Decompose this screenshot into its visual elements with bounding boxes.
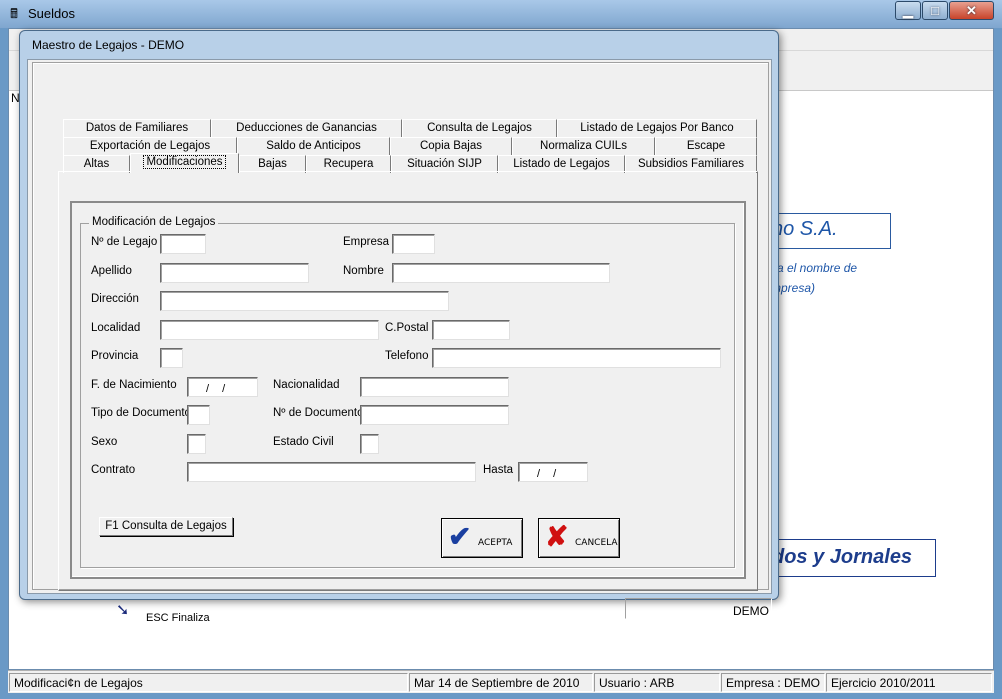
checkmark-icon: ✔: [448, 521, 472, 552]
tab-panel: Modificación de Legajos Nº de Legajo Emp…: [58, 171, 758, 591]
nombre-input[interactable]: [392, 263, 610, 283]
contrato-input[interactable]: [187, 462, 476, 482]
minimize-button[interactable]: ▁: [895, 1, 921, 20]
tab-consulta-legajos[interactable]: Consulta de Legajos: [402, 119, 557, 137]
tab-copia-bajas[interactable]: Copia Bajas: [390, 137, 512, 155]
legajos-dialog: Maestro de Legajos - DEMO Datos de Famil…: [19, 30, 779, 622]
tab-listado-por-banco[interactable]: Listado de Legajos Por Banco: [557, 119, 757, 137]
nombre-label: Nombre: [343, 265, 384, 277]
contrato-label: Contrato: [91, 464, 136, 476]
nro-doc-label: Nº de Documento: [273, 407, 364, 419]
tab-modificaciones[interactable]: Modificaciones: [130, 153, 239, 173]
apellido-input[interactable]: [160, 263, 309, 283]
status-period: Ejercicio 2010/2011: [826, 673, 992, 692]
cancela-label: CANCELA: [575, 538, 618, 548]
dialog-title: Maestro de Legajos - DEMO: [32, 38, 185, 52]
form-panel: Modificación de Legajos Nº de Legajo Emp…: [70, 201, 746, 579]
modificacion-group: Modificación de Legajos Nº de Legajo Emp…: [80, 216, 735, 568]
nro-doc-input[interactable]: [360, 405, 509, 425]
status-date: Mar 14 de Septiembre de 2010: [409, 673, 593, 692]
status-message: Modificaci¢n de Legajos: [9, 673, 408, 692]
tipo-doc-label: Tipo de Documento: [91, 407, 191, 419]
maximize-button[interactable]: □: [922, 1, 948, 20]
provincia-label: Provincia: [91, 350, 139, 362]
apellido-label: Apellido: [91, 265, 132, 277]
empresa-label: Empresa: [343, 236, 390, 248]
close-button[interactable]: ✕: [949, 1, 994, 20]
nacionalidad-label: Nacionalidad: [273, 379, 340, 391]
company-note: va el nombre de mpresa): [771, 258, 857, 298]
nacimiento-input[interactable]: [187, 377, 258, 397]
nacimiento-label: F. de Nacimiento: [91, 379, 177, 391]
cpostal-input[interactable]: [432, 320, 510, 340]
legajo-input[interactable]: [160, 234, 206, 254]
company-name-box: no S.A.: [769, 213, 891, 249]
acepta-label: ACEPTA: [478, 538, 513, 548]
direccion-label: Dirección: [91, 293, 139, 305]
telefono-input[interactable]: [432, 348, 721, 368]
status-user: Usuario : ARB: [594, 673, 720, 692]
consulta-legajos-button[interactable]: F1 Consulta de Legajos: [99, 517, 233, 536]
direccion-input[interactable]: [160, 291, 449, 311]
sexo-input[interactable]: [187, 434, 206, 454]
legajo-label: Nº de Legajo: [91, 236, 158, 248]
localidad-label: Localidad: [91, 322, 141, 334]
dialog-frame: Datos de Familiares Deducciones de Ganan…: [32, 62, 769, 591]
cpostal-label: C.Postal: [385, 322, 429, 334]
tab-escape[interactable]: Escape: [655, 137, 757, 155]
tipo-doc-input[interactable]: [187, 405, 210, 425]
hasta-label: Hasta: [483, 464, 514, 476]
empresa-input[interactable]: [392, 234, 435, 254]
group-title: Modificación de Legajos: [89, 216, 219, 228]
dialog-client: Datos de Familiares Deducciones de Ganan…: [27, 59, 772, 622]
sexo-label: Sexo: [91, 436, 118, 448]
hasta-input[interactable]: [518, 462, 588, 482]
company-note-line2: mpresa): [771, 281, 816, 295]
telefono-label: Telefono: [385, 350, 429, 362]
tab-deducciones[interactable]: Deducciones de Ganancias: [211, 119, 402, 137]
status-bar: Modificaci¢n de Legajos Mar 14 de Septie…: [8, 670, 994, 693]
tab-normaliza-cuils[interactable]: Normaliza CUILs: [512, 137, 655, 155]
esc-label: ESC Finaliza: [146, 612, 210, 622]
tab-datos-familiares[interactable]: Datos de Familiares: [63, 119, 211, 137]
cross-icon: ✘: [545, 521, 569, 552]
app-icon: 🖩: [10, 6, 18, 21]
estado-civil-label: Estado Civil: [273, 436, 334, 448]
exit-icon[interactable]: ➘: [116, 601, 138, 621]
cancela-button[interactable]: ✘ CANCELA: [538, 518, 620, 558]
estado-civil-input[interactable]: [360, 434, 379, 454]
title-bar: 🖩 Sueldos ▁ □ ✕: [0, 0, 1002, 28]
demo-status: DEMO: [625, 598, 772, 619]
localidad-input[interactable]: [160, 320, 379, 340]
tab-saldo-anticipos[interactable]: Saldo de Anticipos: [237, 137, 390, 155]
provincia-input[interactable]: [160, 348, 183, 368]
product-name-box: dos y Jornales: [769, 539, 936, 577]
window-title: Sueldos: [28, 6, 75, 21]
acepta-button[interactable]: ✔ ACEPTA: [441, 518, 523, 558]
nacionalidad-input[interactable]: [360, 377, 509, 397]
company-note-line1: va el nombre de: [771, 261, 858, 275]
status-company: Empresa : DEMO: [721, 673, 825, 692]
